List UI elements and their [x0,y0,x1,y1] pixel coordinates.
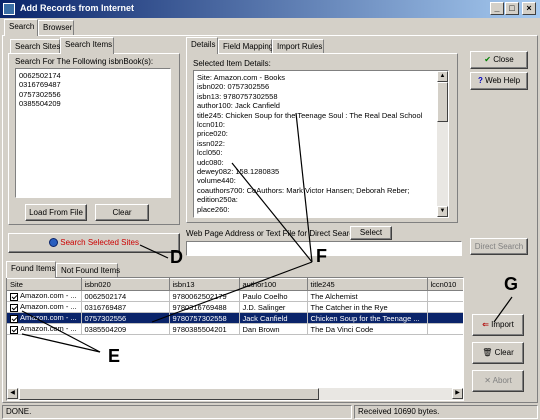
window-title: Add Records from Internet [20,3,135,13]
column-header[interactable]: isbn13 [169,278,240,291]
table-row[interactable]: Amazon.com - ... 0316769487 978031676948… [7,301,463,313]
table-cell [427,312,463,324]
title-bar: Add Records from Internet _ □ × [0,0,540,18]
help-icon: ? [477,76,483,85]
table-cell: 9780757302558 [169,312,240,324]
row-checkbox[interactable] [10,325,18,334]
trash-icon: 🗑 [482,348,493,357]
site-cell[interactable]: Amazon.com - ... [7,301,82,313]
import-icon: ⇐ [482,320,489,329]
selected-item-details-label: Selected Item Details: [193,59,271,68]
table-cell: J.D. Salinger [239,301,308,313]
app-icon [3,3,15,15]
table-cell: Chicken Soup for the Teenage ... [307,312,428,324]
tab-details[interactable]: Details [186,37,218,54]
tab-browser[interactable]: Browser [38,20,74,35]
row-checkbox[interactable] [10,303,18,312]
close-button[interactable]: ✔ Close [470,51,528,69]
table-row[interactable]: Amazon.com - ... 0062502174 978006250217… [7,290,463,302]
site-cell[interactable]: Amazon.com - ... [7,323,82,335]
table-cell: 9780062502179 [169,290,240,302]
annotation-f: F [316,246,327,266]
minimize-button[interactable]: _ [490,2,504,15]
table-cell: Dan Brown [239,323,308,335]
scroll-right-icon[interactable]: ▶ [452,388,463,399]
clear-isbns-button[interactable]: Clear [95,204,149,221]
globe-icon [49,238,59,248]
table-cell: The Da Vinci Code [307,323,428,335]
results-hscrollbar[interactable]: ◀ ▶ [7,388,463,400]
column-header[interactable]: isbn020 [81,278,170,291]
table-cell: 0385504209 [81,323,170,335]
abort-icon: ✕ [484,376,491,385]
column-header[interactable]: Site [7,278,82,291]
status-right: Received 10690 bytes. [354,405,538,419]
results-header-row: Site isbn020 isbn13 author100 title245 l… [7,278,463,291]
column-header[interactable]: author100 [239,278,308,291]
load-from-file-button[interactable]: Load From File [25,204,87,221]
details-box: Site: Amazon.com - Books isbn020: 075730… [193,70,449,218]
tab-not-found-items[interactable]: Not Found Items [56,263,120,278]
scroll-thumb[interactable] [437,82,448,122]
close-window-button[interactable]: × [522,2,536,15]
site-cell[interactable]: Amazon.com - ... [7,312,82,324]
row-checkbox[interactable] [10,314,18,323]
tab-import-rules[interactable]: Import Rules [272,39,324,54]
select-button[interactable]: Select [350,226,392,240]
table-row-selected[interactable]: Amazon.com - ... 0757302556 978075730255… [7,312,463,324]
web-address-label: Web Page Address or Text File for Direct… [186,229,361,238]
column-header[interactable]: lccn010 [427,278,463,291]
site-cell[interactable]: Amazon.com - ... [7,290,82,302]
table-cell: 9780316769488 [169,301,240,313]
clear-results-button[interactable]: 🗑 Clear [472,342,524,364]
annotation-e: E [108,346,121,366]
table-cell [427,290,463,302]
details-panel: Selected Item Details: Site: Amazon.com … [186,53,458,223]
web-help-button[interactable]: ? Web Help [470,72,528,90]
search-items-panel: Search For The Following isbnBook(s): 00… [8,53,180,225]
isbn-list[interactable]: 0062502174 0316769487 0757302556 0385504… [15,68,171,198]
tab-search-items[interactable]: Search Items [60,37,114,54]
annotation-g: G [504,274,519,294]
scroll-up-icon[interactable]: ▲ [437,71,448,82]
hscroll-thumb[interactable] [19,388,319,400]
search-for-label: Search For The Following isbnBook(s): [15,57,154,66]
table-row[interactable]: Amazon.com - ... 0385504209 978038550420… [7,323,463,335]
results-grid: Site isbn020 isbn13 author100 title245 l… [6,277,464,401]
status-left: DONE. [2,405,352,419]
table-cell: 0316769487 [81,301,170,313]
checkmark-icon: ✔ [484,55,491,64]
results-table: Site isbn020 isbn13 author100 title245 l… [7,278,463,335]
tab-search-sites[interactable]: Search Sites [10,39,60,54]
status-bar: DONE. Received 10690 bytes. [0,404,540,420]
table-cell [427,323,463,335]
maximize-button[interactable]: □ [505,2,519,15]
tab-field-mapping[interactable]: Field Mapping [218,39,273,54]
abort-button[interactable]: ✕ Abort [472,370,524,392]
app-window: Add Records from Internet _ □ × Search B… [0,0,540,420]
annotation-d: D [170,247,183,267]
search-selected-sites-button[interactable]: Search Selected Sites [8,233,180,253]
tab-search[interactable]: Search [4,19,38,36]
tab-found-items[interactable]: Found Items [6,261,56,278]
table-cell: 0757302556 [81,312,170,324]
column-header[interactable]: title245 [307,278,428,291]
row-checkbox[interactable] [10,292,18,301]
details-scrollbar[interactable]: ▲ ▼ [437,71,448,217]
table-cell: The Catcher in the Rye [307,301,428,313]
table-cell: Jack Canfield [239,312,308,324]
table-cell: The Alchemist [307,290,428,302]
table-cell: 0062502174 [81,290,170,302]
scroll-left-icon[interactable]: ◀ [7,388,18,399]
table-cell [427,301,463,313]
import-button[interactable]: ⇐ Import [472,314,524,336]
scroll-down-icon[interactable]: ▼ [437,206,448,217]
table-cell: 9780385504201 [169,323,240,335]
direct-search-button[interactable]: Direct Search [470,238,528,255]
table-cell: Paulo Coelho [239,290,308,302]
details-text[interactable]: Site: Amazon.com - Books isbn020: 075730… [194,71,436,217]
